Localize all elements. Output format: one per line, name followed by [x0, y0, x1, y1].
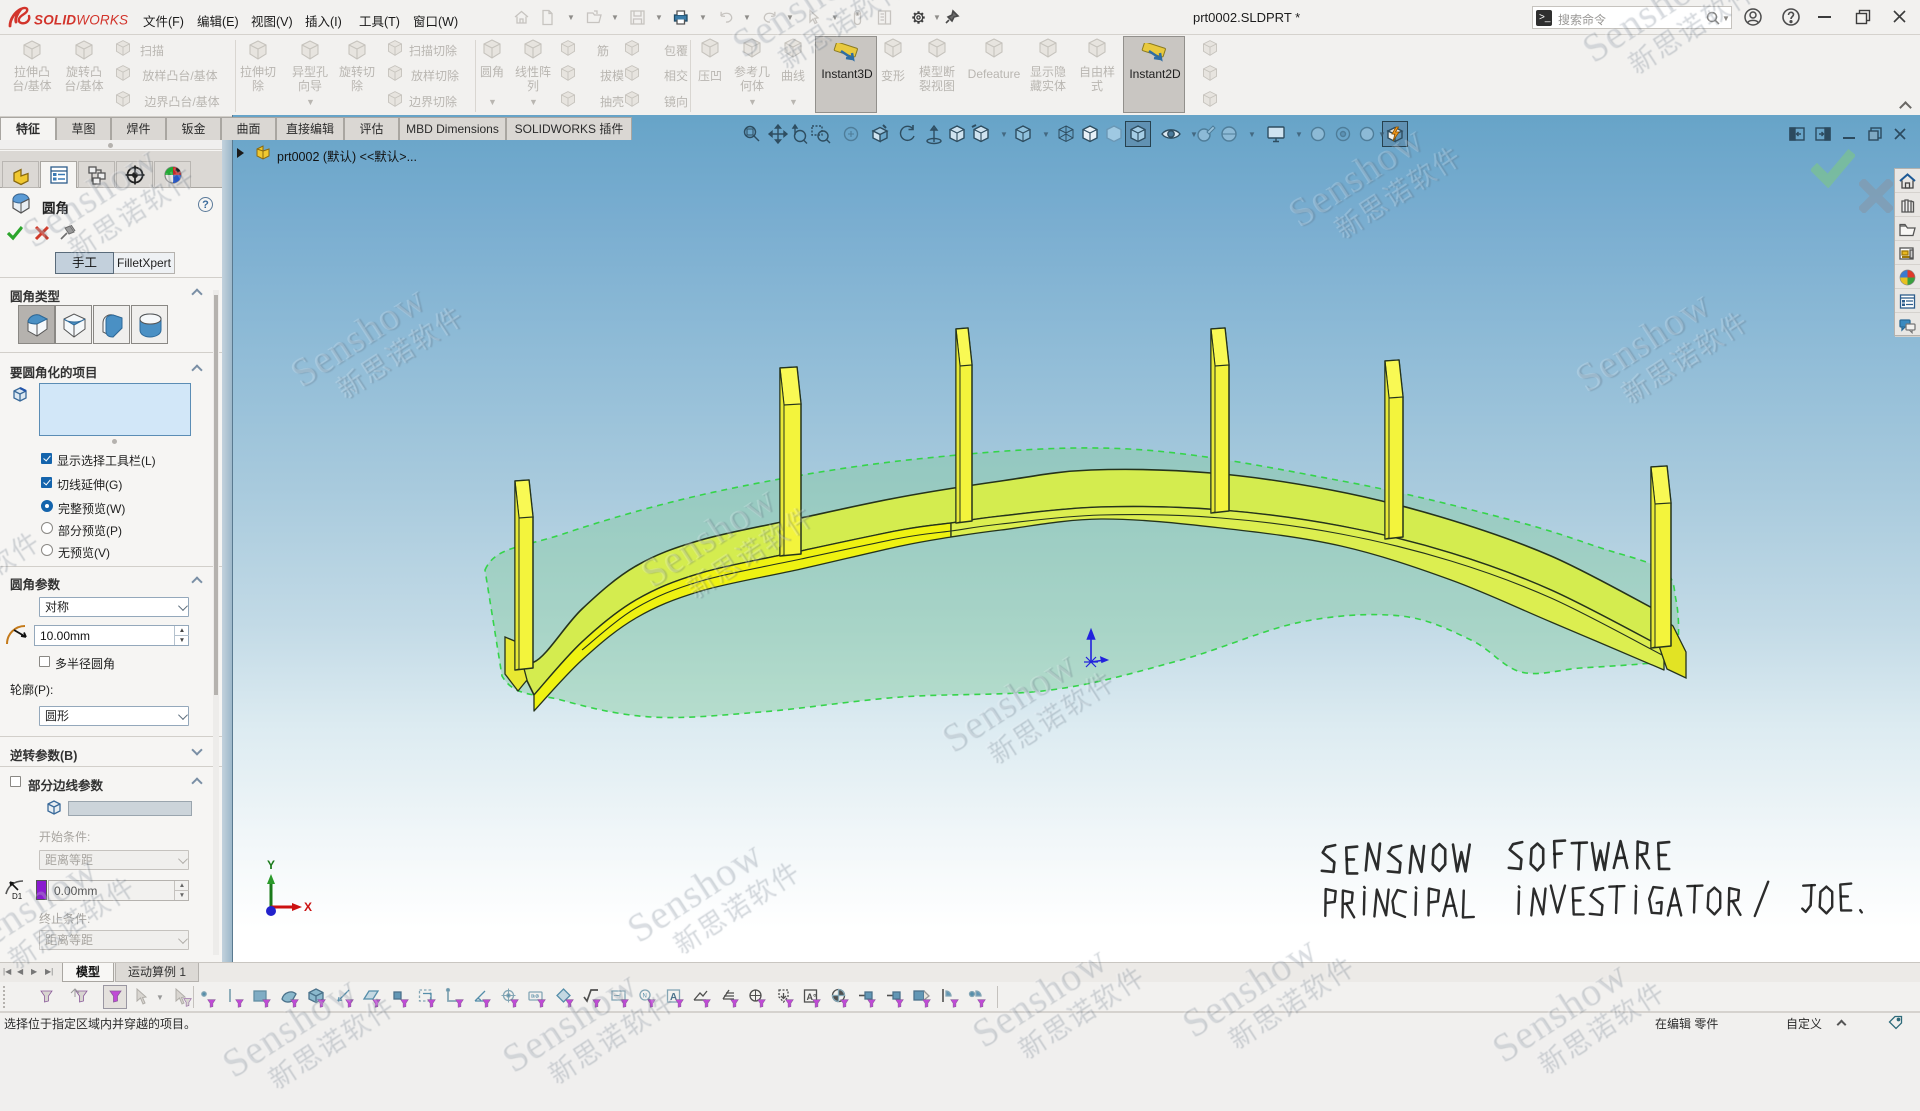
svg-text:D1: D1 [12, 892, 23, 901]
svg-text:SOLIDWORKS: SOLIDWORKS [34, 13, 128, 28]
svg-text:Y: Y [267, 858, 275, 872]
svg-text:X: X [304, 900, 312, 914]
